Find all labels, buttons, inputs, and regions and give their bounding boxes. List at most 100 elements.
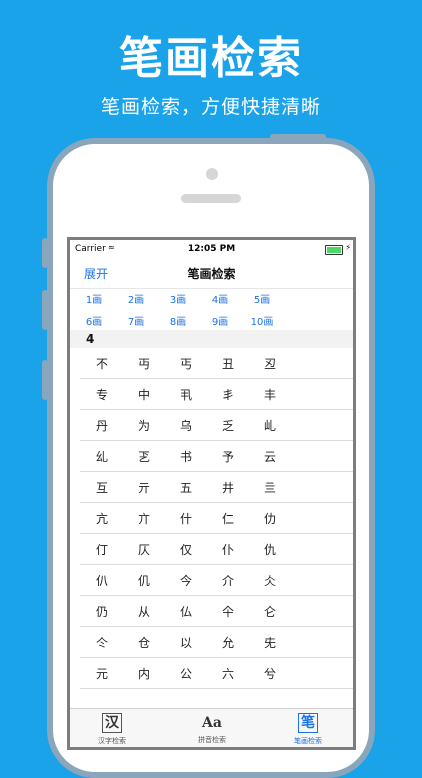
char-cell[interactable]: 兂 (255, 634, 285, 651)
stroke-button-1[interactable]: 1画 (76, 291, 112, 306)
char-cell[interactable]: 予 (213, 448, 243, 465)
stroke-button-4[interactable]: 4画 (202, 291, 238, 306)
char-cell[interactable]: 仏 (171, 603, 201, 620)
hanzi-icon: 汉 (102, 713, 122, 733)
char-cell[interactable]: 丒 (255, 355, 285, 372)
char-cell[interactable]: 从 (129, 603, 159, 620)
char-cell[interactable]: 仁 (213, 510, 243, 527)
character-grid: 不丏丐丑丒专中丮丯丰丹为乌乏乢乣乤书予云互亓五井亖亢亣什仁仂仃仄仅仆仇仈仉今介仌… (70, 348, 353, 689)
section-header: 4 (70, 330, 353, 348)
char-cell[interactable]: 乣 (87, 448, 117, 465)
stroke-button-3[interactable]: 3画 (160, 291, 196, 306)
char-cell[interactable]: 仄 (129, 541, 159, 558)
char-cell[interactable]: 亓 (129, 479, 159, 496)
char-cell[interactable]: 互 (87, 479, 117, 496)
stroke-button-6[interactable]: 6画 (76, 313, 112, 328)
char-cell[interactable]: 丐 (171, 355, 201, 372)
char-cell[interactable]: 仇 (255, 541, 285, 558)
status-bar: Carrier ≈ 12:05 PM ⚡ (70, 240, 353, 258)
char-cell[interactable]: 不 (87, 355, 117, 372)
promo-title: 笔画检索 (119, 33, 303, 84)
char-cell[interactable]: 中 (129, 386, 159, 403)
expand-button[interactable]: 展开 (84, 265, 108, 282)
char-row: 仍从仏仐仑 (80, 596, 353, 627)
tab-stroke-search[interactable]: 笔 笔画检索 (278, 712, 338, 746)
char-cell[interactable]: 允 (213, 634, 243, 651)
char-cell[interactable]: 仂 (255, 510, 285, 527)
char-cell[interactable]: 仍 (87, 603, 117, 620)
char-cell[interactable]: 内 (129, 665, 159, 682)
tab-label: 笔画检索 (294, 737, 322, 745)
char-cell[interactable]: 什 (171, 510, 201, 527)
stroke-button-9[interactable]: 9画 (202, 313, 238, 328)
char-cell[interactable]: 亢 (87, 510, 117, 527)
char-cell[interactable]: 公 (171, 665, 201, 682)
char-cell[interactable]: 仑 (255, 603, 285, 620)
char-row: 仈仉今介仌 (80, 565, 353, 596)
stroke-button-2[interactable]: 2画 (118, 291, 154, 306)
char-row: 乣乤书予云 (80, 441, 353, 472)
char-cell[interactable]: 丰 (255, 386, 285, 403)
char-cell[interactable]: 为 (129, 417, 159, 434)
char-cell[interactable]: 丹 (87, 417, 117, 434)
char-row: 专中丮丯丰 (80, 379, 353, 410)
tab-hanzi-search[interactable]: 汉 汉字检索 (82, 712, 142, 746)
stroke-row-1: 1画 2画 3画 4画 5画 (70, 288, 353, 308)
char-cell[interactable]: 五 (171, 479, 201, 496)
char-cell[interactable]: 丯 (213, 386, 243, 403)
char-cell[interactable]: 仌 (255, 572, 285, 589)
status-time: 12:05 PM (187, 244, 236, 254)
char-cell[interactable]: 乌 (171, 417, 201, 434)
nav-bar: 展开 笔画检索 (70, 258, 353, 289)
stroke-icon: 笔 (298, 713, 318, 733)
char-cell[interactable]: 以 (171, 634, 201, 651)
stroke-button-7[interactable]: 7画 (118, 313, 154, 328)
stroke-button-10[interactable]: 10画 (244, 313, 280, 328)
char-cell[interactable]: 六 (213, 665, 243, 682)
char-cell[interactable]: 兮 (255, 665, 285, 682)
char-row: 仃仄仅仆仇 (80, 534, 353, 565)
char-cell[interactable]: 亣 (129, 510, 159, 527)
char-cell[interactable]: 专 (87, 386, 117, 403)
char-cell[interactable]: 丮 (171, 386, 201, 403)
char-cell[interactable]: 仐 (213, 603, 243, 620)
char-cell[interactable]: 仒 (87, 634, 117, 651)
char-cell[interactable]: 仆 (213, 541, 243, 558)
char-cell[interactable]: 仃 (87, 541, 117, 558)
stroke-button-8[interactable]: 8画 (160, 313, 196, 328)
char-cell[interactable]: 丑 (213, 355, 243, 372)
stroke-row-2: 6画 7画 8画 9画 10画 (70, 310, 353, 330)
battery-icon (325, 245, 343, 255)
char-cell[interactable]: 亖 (255, 479, 285, 496)
stroke-button-5[interactable]: 5画 (244, 291, 280, 306)
pinyin-icon: Aa (202, 715, 222, 731)
char-row: 亢亣什仁仂 (80, 503, 353, 534)
char-row: 互亓五井亖 (80, 472, 353, 503)
tab-label: 汉字检索 (98, 737, 126, 745)
phone-camera (206, 168, 218, 180)
charging-icon: ⚡ (345, 243, 351, 252)
char-row: 不丏丐丑丒 (80, 348, 353, 379)
char-cell[interactable]: 乏 (213, 417, 243, 434)
char-cell[interactable]: 仈 (87, 572, 117, 589)
char-cell[interactable]: 云 (255, 448, 285, 465)
char-row: 元内公六兮 (80, 658, 353, 689)
tab-bar: 汉 汉字检索 Aa 拼音检索 笔 笔画检索 (70, 708, 353, 747)
char-cell[interactable]: 仉 (129, 572, 159, 589)
char-row: 仒仓以允兂 (80, 627, 353, 658)
nav-title: 笔画检索 (187, 267, 236, 281)
char-cell[interactable]: 丏 (129, 355, 159, 372)
promo-subtitle: 笔画检索，方便快捷清晰 (100, 96, 321, 118)
section-header-label: 4 (86, 332, 95, 346)
char-cell[interactable]: 乤 (129, 448, 159, 465)
char-cell[interactable]: 元 (87, 665, 117, 682)
app-screen: Carrier ≈ 12:05 PM ⚡ 展开 笔画检索 1画 2画 3画 4画… (67, 237, 356, 750)
char-cell[interactable]: 井 (213, 479, 243, 496)
char-cell[interactable]: 介 (213, 572, 243, 589)
tab-pinyin-search[interactable]: Aa 拼音检索 (182, 712, 242, 745)
char-cell[interactable]: 仓 (129, 634, 159, 651)
char-cell[interactable]: 今 (171, 572, 201, 589)
char-cell[interactable]: 仅 (171, 541, 201, 558)
char-cell[interactable]: 书 (171, 448, 201, 465)
char-cell[interactable]: 乢 (255, 417, 285, 434)
